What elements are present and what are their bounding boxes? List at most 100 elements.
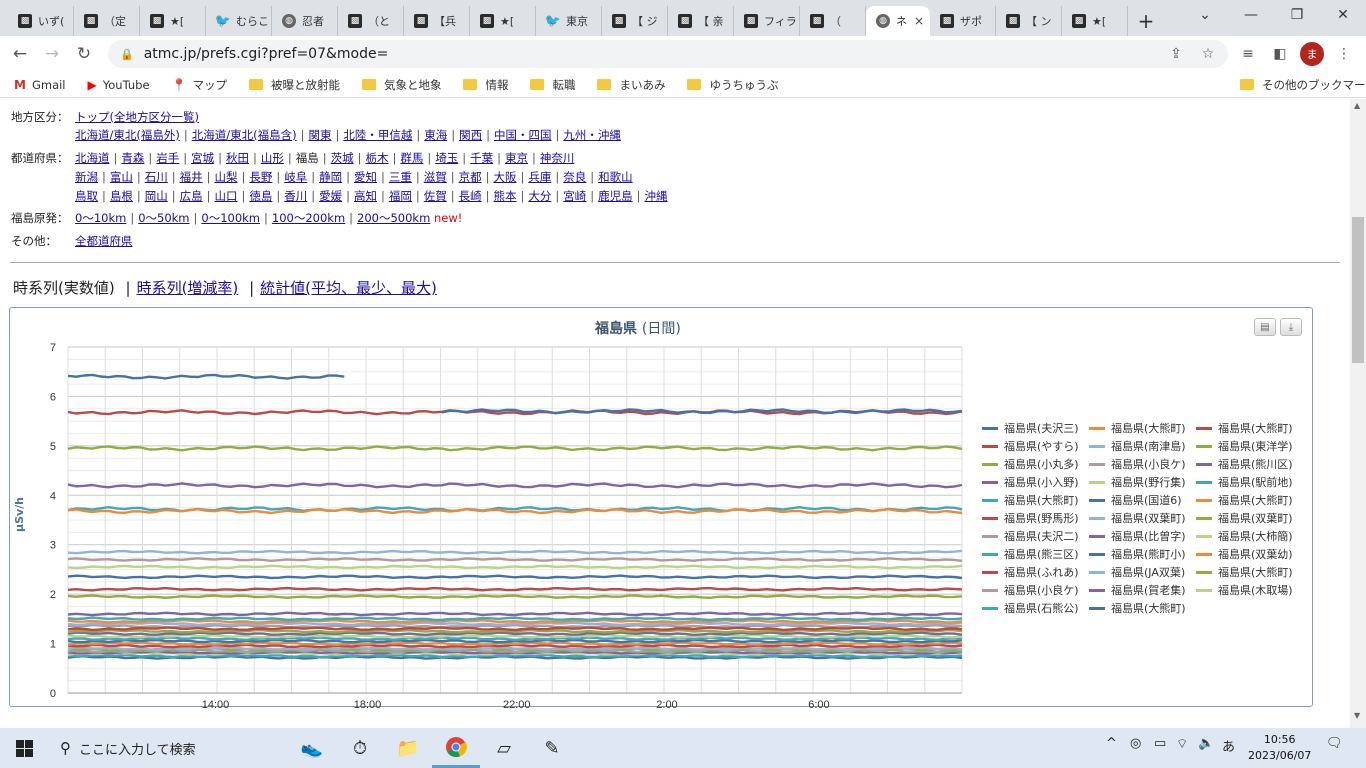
tab-13[interactable]: ◍ ネ × — [866, 6, 930, 36]
pref-link[interactable]: 愛媛 — [319, 189, 342, 203]
tab-2[interactable]: ▩ ★[ — [140, 6, 206, 36]
pref-link[interactable]: 広島 — [180, 189, 203, 203]
clock[interactable]: 10:56 2023/06/07 — [1248, 732, 1311, 764]
pref-link[interactable]: 鹿児島 — [598, 189, 633, 203]
plant-link[interactable]: 200〜500km — [357, 211, 430, 225]
reading-list-icon[interactable]: ≡ — [1236, 42, 1260, 66]
tab-5[interactable]: ▩ （と — [338, 6, 404, 36]
tab-7[interactable]: ▩ ★[ — [470, 6, 536, 36]
pref-link[interactable]: 京都 — [459, 170, 482, 184]
scroll-thumb[interactable] — [1352, 217, 1364, 363]
menu-kebab-icon[interactable]: ⋮ — [1332, 42, 1356, 66]
download-icon[interactable]: ⤓ — [1280, 318, 1302, 336]
legend-item[interactable]: 福島県(夫沢二) — [982, 528, 1079, 544]
pref-link[interactable]: 三重 — [389, 170, 412, 184]
bookmark-star-icon[interactable]: ☆ — [1196, 42, 1220, 66]
tab-3[interactable]: 🐦 むらこ — [206, 6, 272, 36]
pref-link[interactable]: 群馬 — [400, 151, 423, 165]
pref-link[interactable]: 滋賀 — [424, 170, 447, 184]
tab-11[interactable]: ▩ フィラ — [734, 6, 800, 36]
bookmark-2[interactable]: 📍 マップ — [172, 77, 227, 93]
plant-link[interactable]: 0〜50km — [138, 211, 189, 225]
legend-item[interactable]: 福島県(木取場) — [1196, 582, 1293, 598]
pref-link[interactable]: 佐賀 — [424, 189, 447, 203]
pref-link[interactable]: 香川 — [284, 189, 307, 203]
tray-chevron-icon[interactable]: ^ — [1106, 736, 1117, 751]
pref-link[interactable]: 石川 — [145, 170, 168, 184]
pref-link[interactable]: 大阪 — [494, 170, 517, 184]
legend-item[interactable]: 福島県(ふれあ) — [982, 564, 1079, 580]
tab-14[interactable]: ▩ ザポ — [930, 6, 996, 36]
plant-link[interactable]: 0〜10km — [75, 211, 126, 225]
tab-4[interactable]: ◍ 忍者 — [272, 6, 338, 36]
pref-link[interactable]: 新潟 — [75, 170, 98, 184]
legend-item[interactable]: 福島県(野行集) — [1089, 474, 1186, 490]
pref-link[interactable]: 茨城 — [331, 151, 354, 165]
pref-link[interactable]: 島根 — [110, 189, 133, 203]
legend-item[interactable]: 福島県(双葉町) — [1196, 510, 1293, 526]
start-button[interactable] — [0, 728, 48, 768]
tab-10[interactable]: ▩ 【 亲 — [668, 6, 734, 36]
region-link[interactable]: 中国・四国 — [494, 128, 552, 142]
bookmark-0[interactable]: M Gmail — [14, 78, 66, 92]
window-close-button[interactable]: ✕ — [1320, 0, 1366, 30]
region-top-link[interactable]: トップ(全地方区分一覧) — [75, 110, 199, 124]
pref-link[interactable]: 福井 — [180, 170, 203, 184]
bookmark-5[interactable]: 情報 — [463, 77, 508, 93]
pref-link[interactable]: 北海道 — [75, 151, 110, 165]
back-button[interactable]: ← — [4, 38, 36, 70]
notification-icon[interactable]: 🗨 — [1326, 736, 1343, 751]
pref-link[interactable]: 長野 — [249, 170, 272, 184]
region-link[interactable]: 北海道/東北(福島外) — [75, 128, 180, 142]
legend-item[interactable]: 福島県(JA双葉) — [1089, 564, 1185, 580]
bookmark-6[interactable]: 転職 — [530, 77, 575, 93]
region-link[interactable]: 東海 — [424, 128, 447, 142]
side-panel-icon[interactable]: ◧ — [1268, 42, 1292, 66]
profile-avatar[interactable]: ま — [1300, 42, 1324, 66]
bookmark-7[interactable]: まいあみ — [597, 77, 665, 93]
lock-icon[interactable]: 🔒 — [120, 48, 134, 61]
minimize-button[interactable]: — — [1228, 0, 1274, 30]
pref-link[interactable]: 神奈川 — [540, 151, 575, 165]
legend-item[interactable]: 福島県(熊三区) — [982, 546, 1079, 562]
network-icon[interactable]: ⌔ — [1176, 736, 1188, 752]
pref-link[interactable]: 青森 — [121, 151, 144, 165]
page-scrollbar[interactable]: ▲ ▼ — [1350, 99, 1366, 728]
view-link-stats[interactable]: 統計値(平均、最少、最大) — [260, 279, 437, 297]
restore-button[interactable]: ❐ — [1274, 0, 1320, 30]
tab-0[interactable]: ▩ いず( — [8, 6, 74, 36]
pref-link[interactable]: 岩手 — [156, 151, 179, 165]
pref-link[interactable]: 東京 — [505, 151, 528, 165]
pref-link[interactable]: 愛知 — [354, 170, 377, 184]
taskbar-search[interactable]: ⚲ ここに入力して検索 — [48, 728, 248, 768]
pref-link[interactable]: 山口 — [215, 189, 238, 203]
legend-item[interactable]: 福島県(野馬形) — [982, 510, 1079, 526]
scroll-down-icon[interactable]: ▼ — [1354, 711, 1360, 720]
share-icon[interactable]: ⇪ — [1164, 42, 1188, 66]
url-field[interactable]: 🔒 atmc.jp/prefs.cgi?pref=07&mode= — [108, 40, 1228, 68]
pref-link[interactable]: 宮崎 — [563, 189, 586, 203]
ime-indicator[interactable]: あ — [1222, 736, 1235, 755]
legend-item[interactable]: 福島県(石熊公) — [982, 600, 1079, 616]
region-link[interactable]: 九州・沖縄 — [563, 128, 621, 142]
pen-app-icon[interactable]: ✎ — [528, 728, 576, 768]
legend-item[interactable]: 福島県(大熊町) — [1196, 420, 1293, 436]
tab-15[interactable]: ▩ 【 ン — [996, 6, 1062, 36]
tab-9[interactable]: ▩ 【 ジ — [602, 6, 668, 36]
bookmark-8[interactable]: ゆうちゅうぶ — [687, 77, 778, 93]
pref-link[interactable]: 岡山 — [145, 189, 168, 203]
meet-icon[interactable]: ◎ — [1130, 736, 1141, 751]
region-link[interactable]: 北海道/東北(福島含) — [192, 128, 297, 142]
region-link[interactable]: 北陸・甲信越 — [343, 128, 412, 142]
tab-12[interactable]: ▩ （ — [800, 6, 866, 36]
pref-link[interactable]: 栃木 — [366, 151, 389, 165]
notepad-app-icon[interactable]: ▱ — [480, 728, 528, 768]
pref-link[interactable]: 富山 — [110, 170, 133, 184]
volume-icon[interactable]: 🔈 — [1198, 736, 1214, 751]
bookmark-1[interactable]: ▶ YouTube — [88, 78, 150, 92]
tab-16[interactable]: ▩ ★[ — [1062, 6, 1128, 36]
legend-item[interactable]: 福島県(国道6) — [1089, 492, 1182, 508]
pref-link[interactable]: 徳島 — [249, 189, 272, 203]
legend-item[interactable]: 福島県(双葉幼) — [1196, 546, 1293, 562]
legend-item[interactable]: 福島県(やすら) — [982, 438, 1079, 454]
